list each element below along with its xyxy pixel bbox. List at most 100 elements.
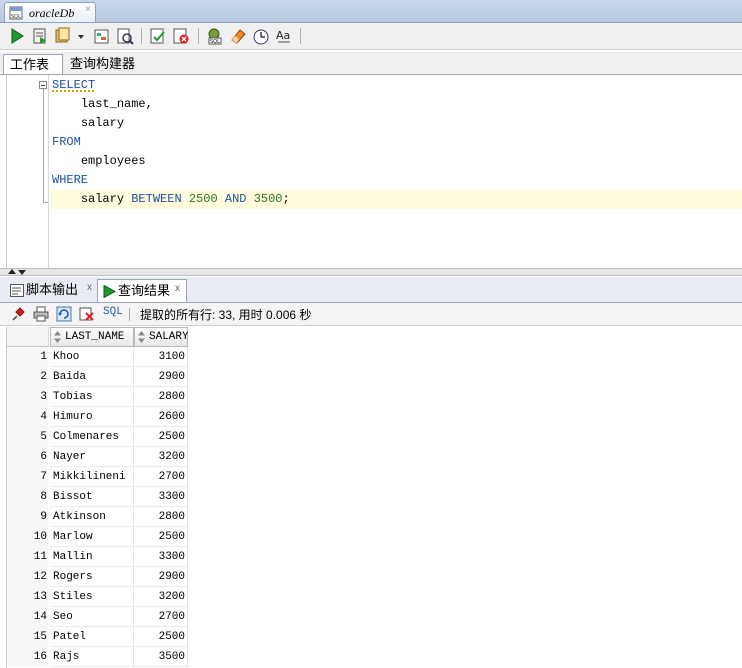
svg-text:SQL: SQL [11,14,21,20]
cell-salary[interactable]: 3100 [134,347,188,367]
cell-salary[interactable]: 2500 [134,627,188,647]
results-tab-strip: 脚本输出 x 查询结果 x [0,277,742,303]
cell-last-name[interactable]: Seo [50,607,134,627]
toolbar-separator [129,308,130,321]
table-row[interactable]: 10 Marlow 2500 [7,527,188,547]
cell-last-name[interactable]: Marlow [50,527,134,547]
print-icon[interactable] [33,306,49,322]
cell-last-name[interactable]: Mallin [50,547,134,567]
close-tab-icon[interactable]: x [175,278,180,300]
table-row[interactable]: 2 Baida 2900 [7,367,188,387]
cell-salary[interactable]: 2900 [134,567,188,587]
table-row[interactable]: 16 Rajs 3500 [7,647,188,667]
sql-editor[interactable]: SELECT last_name, salary FROM employees … [6,75,742,268]
table-row[interactable]: 12 Rogers 2900 [7,567,188,587]
uppercase-format-icon[interactable]: Aa [274,26,294,46]
cell-last-name[interactable]: Stiles [50,587,134,607]
table-row[interactable]: 1 Khoo 3100 [7,347,188,367]
cell-last-name[interactable]: Khoo [50,347,134,367]
table-row[interactable]: 7 Mikkilineni 2700 [7,467,188,487]
table-row[interactable]: 6 Nayer 3200 [7,447,188,467]
table-row[interactable]: 3 Tobias 2800 [7,387,188,407]
cell-salary[interactable]: 3200 [134,447,188,467]
row-number: 8 [7,487,48,507]
row-number: 13 [7,587,48,607]
maximize-down-arrow-icon[interactable] [18,270,26,275]
table-row[interactable]: 9 Atkinson 2800 [7,507,188,527]
cell-last-name[interactable]: Rajs [50,647,134,667]
grid-corner [7,327,49,347]
tab-query-result[interactable]: 查询结果 x [97,279,187,302]
cell-last-name[interactable]: Baida [50,367,134,387]
cell-salary[interactable]: 2600 [134,407,188,427]
table-row[interactable]: 14 Seo 2700 [7,607,188,627]
cell-salary[interactable]: 2500 [134,427,188,447]
column-header-salary[interactable]: SALARY [134,327,189,347]
pin-icon[interactable] [10,306,26,322]
close-tab-icon[interactable]: × [85,4,91,15]
commit-transaction-icon[interactable] [148,26,168,46]
panel-splitter[interactable] [0,268,742,276]
cell-salary[interactable]: 2500 [134,527,188,547]
cell-last-name[interactable]: Patel [50,627,134,647]
refresh-icon[interactable] [56,306,72,322]
table-row[interactable]: 13 Stiles 3200 [7,587,188,607]
worksheet-toolbar: SQL Aa [0,23,742,50]
history-icon[interactable] [251,26,271,46]
cell-salary[interactable]: 2800 [134,387,188,407]
cell-salary[interactable]: 2800 [134,507,188,527]
table-row[interactable]: 8 Bissot 3300 [7,487,188,507]
column-header-last-name[interactable]: LAST_NAME [50,327,134,347]
commit-icon[interactable] [53,26,73,46]
cell-last-name[interactable]: Tobias [50,387,134,407]
table-row[interactable]: 15 Patel 2500 [7,627,188,647]
cancel-query-icon[interactable] [79,306,95,322]
document-tab-strip: SQL oracleDb × [0,0,742,23]
sql-identifier: last_name, [80,97,153,111]
run-script-icon[interactable] [30,26,50,46]
cell-last-name[interactable]: Nayer [50,447,134,467]
cell-last-name[interactable]: Atkinson [50,507,134,527]
table-row[interactable]: 4 Himuro 2600 [7,407,188,427]
cell-salary[interactable]: 3500 [134,647,188,667]
maximize-up-arrow-icon[interactable] [8,269,16,274]
row-number: 11 [7,547,48,567]
tab-script-output[interactable]: 脚本输出 x [6,279,98,302]
sql-keyword: FROM [52,135,81,149]
cell-salary[interactable]: 2900 [134,367,188,387]
cell-last-name[interactable]: Bissot [50,487,134,507]
sql-button[interactable]: SQL [103,306,123,318]
cell-salary[interactable]: 3300 [134,487,188,507]
table-row[interactable]: 5 Colmenares 2500 [7,427,188,447]
sql-keyword: AND [224,192,247,206]
code-line-1: SELECT [52,76,95,95]
svg-text:SQL: SQL [210,39,220,45]
close-tab-icon[interactable]: x [87,277,92,299]
cell-last-name[interactable]: Himuro [50,407,134,427]
fold-collapse-icon[interactable] [39,81,47,89]
tab-query-result-label: 查询结果 [118,283,171,298]
cell-salary[interactable]: 2700 [134,607,188,627]
code-line-4: FROM [52,133,81,152]
cell-last-name[interactable]: Mikkilineni [50,467,134,487]
table-row[interactable]: 11 Mallin 3300 [7,547,188,567]
explain-plan-icon[interactable] [92,26,112,46]
autotrace-icon[interactable] [115,26,135,46]
tab-query-builder[interactable]: 查询构建器 [64,54,144,74]
code-line-6: WHERE [52,171,88,190]
dropdown-arrow-icon[interactable] [76,26,86,46]
column-header-label: LAST_NAME [65,331,125,343]
cell-last-name[interactable]: Rogers [50,567,134,587]
document-tab-oracledb[interactable]: SQL oracleDb × [4,2,96,22]
sql-tuning-icon[interactable]: SQL [205,26,225,46]
tab-worksheet[interactable]: 工作表 [3,54,63,74]
run-statement-icon[interactable] [7,26,27,46]
cell-salary[interactable]: 3300 [134,547,188,567]
sort-icon[interactable] [138,331,145,343]
cell-salary[interactable]: 2700 [134,467,188,487]
cell-last-name[interactable]: Colmenares [50,427,134,447]
cell-salary[interactable]: 3200 [134,587,188,607]
sort-icon[interactable] [54,331,61,343]
rollback-icon[interactable] [171,26,191,46]
clear-eraser-icon[interactable] [228,26,248,46]
